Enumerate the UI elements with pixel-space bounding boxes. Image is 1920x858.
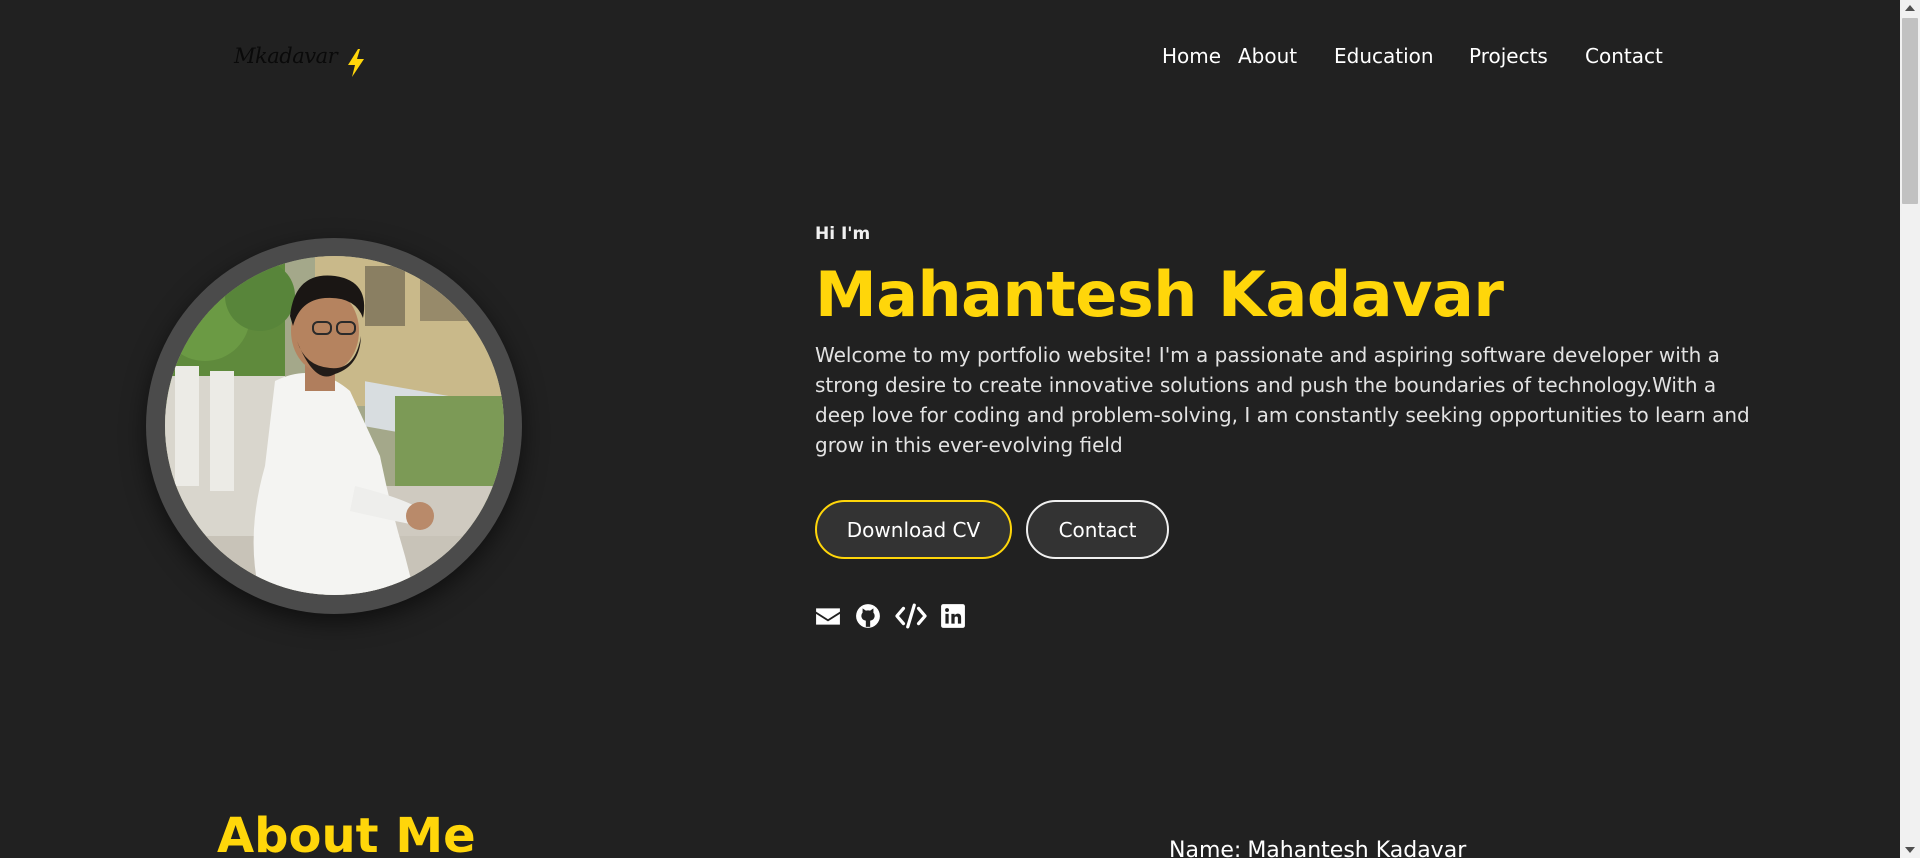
scroll-down-arrow-icon[interactable] [1905,847,1915,853]
about-title: About Me [217,808,476,858]
greeting: Hi I'm [815,224,871,244]
scrollbar[interactable] [1900,0,1920,858]
about-name-label: Name: [1169,838,1242,858]
email-icon[interactable] [814,603,842,629]
nav-item-education[interactable]: Education [1334,44,1434,68]
nav-item-projects[interactable]: Projects [1469,44,1548,68]
code-icon[interactable] [894,603,928,629]
profile-photo [165,256,504,595]
nav-item-about[interactable]: About [1238,44,1297,68]
nav-item-contact[interactable]: Contact [1585,44,1663,68]
about-name-value: Mahantesh Kadavar [1247,838,1467,858]
profile-photo-image [165,256,504,595]
contact-button[interactable]: Contact [1026,500,1169,559]
linkedin-icon[interactable] [940,603,966,629]
github-icon[interactable] [854,603,882,629]
portfolio-page: Mkadavar Home About Education Projects C… [0,0,1920,858]
hero-description: Welcome to my portfolio website! I'm a p… [815,343,1750,457]
download-cv-button[interactable]: Download CV [815,500,1012,559]
scroll-up-arrow-icon[interactable] [1905,5,1915,11]
hero-name: Mahantesh Kadavar [815,258,1504,331]
lightning-bolt-icon [348,49,364,77]
nav-item-home[interactable]: Home [1162,44,1221,68]
scrollbar-thumb[interactable] [1902,18,1918,204]
logo[interactable]: Mkadavar [234,44,338,68]
about-name: Name: Mahantesh Kadavar [1169,838,1466,858]
